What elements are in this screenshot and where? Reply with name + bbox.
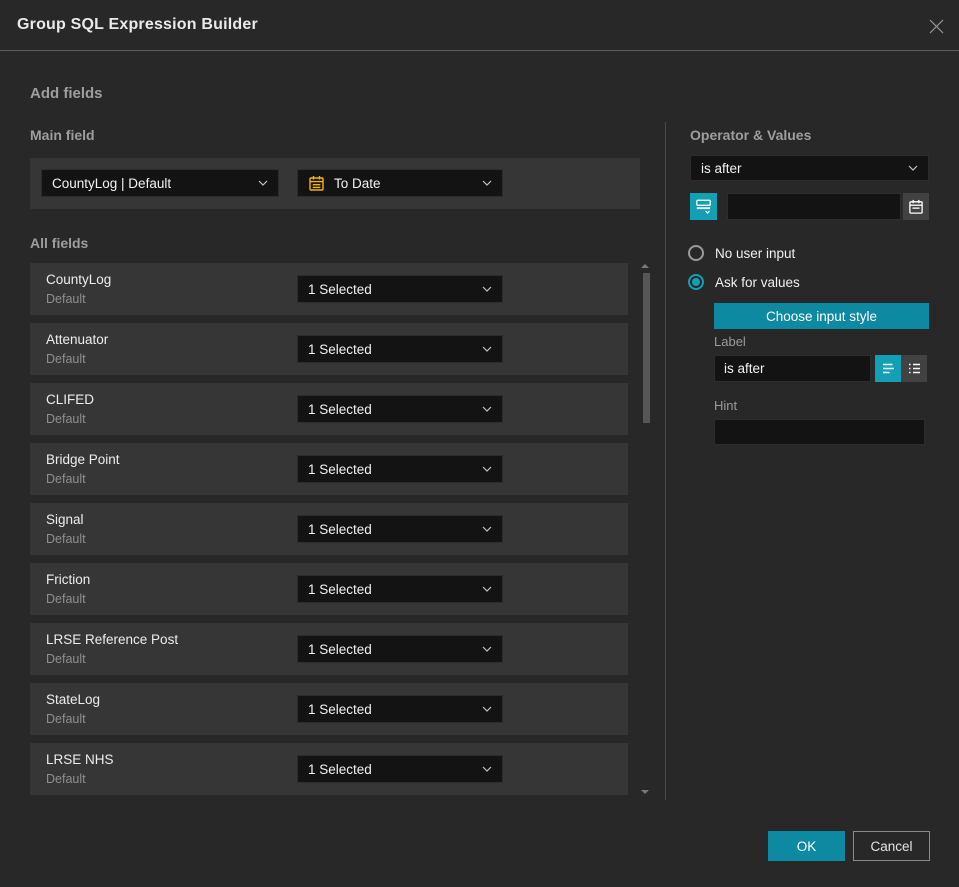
calendar-icon [309, 175, 324, 191]
chevron-down-icon [482, 286, 492, 292]
field-selection-select[interactable]: 1 Selected [297, 575, 503, 603]
hint-input[interactable] [714, 419, 925, 445]
field-name: Attenuator [46, 332, 109, 347]
choose-input-style-button[interactable]: Choose input style [714, 303, 929, 329]
field-name: Bridge Point [46, 452, 120, 467]
stacked-input-icon [696, 199, 711, 214]
field-type: Default [46, 352, 86, 366]
field-selection-value: 1 Selected [308, 701, 372, 717]
field-selection-value: 1 Selected [308, 281, 372, 297]
radio-ask-for-values[interactable]: Ask for values [688, 274, 800, 290]
field-type: Default [46, 772, 86, 786]
field-selection-select[interactable]: 1 Selected [297, 755, 503, 783]
main-field-select-value: CountyLog | Default [52, 175, 172, 191]
input-type-button[interactable] [690, 193, 717, 220]
field-row: Friction Default 1 Selected [30, 563, 628, 615]
field-name: LRSE Reference Post [46, 632, 179, 647]
field-name: LRSE NHS [46, 752, 114, 767]
field-type: Default [46, 592, 86, 606]
hint-label: Hint [714, 398, 738, 413]
single-line-input-style-button[interactable] [875, 355, 901, 382]
field-selection-select[interactable]: 1 Selected [297, 635, 503, 663]
field-selection-value: 1 Selected [308, 521, 372, 537]
field-type: Default [46, 412, 86, 426]
field-selection-value: 1 Selected [308, 341, 372, 357]
field-row: CountyLog Default 1 Selected [30, 263, 628, 315]
chevron-down-icon [908, 165, 918, 171]
field-name: StateLog [46, 692, 101, 707]
operator-values-label: Operator & Values [690, 127, 812, 143]
field-selection-value: 1 Selected [308, 641, 372, 657]
field-name: Friction [46, 572, 91, 587]
value-input[interactable] [727, 193, 901, 220]
field-type: Default [46, 532, 86, 546]
field-name: Signal [46, 512, 84, 527]
date-picker-button[interactable] [903, 193, 929, 220]
field-selection-select[interactable]: 1 Selected [297, 695, 503, 723]
all-fields-label: All fields [30, 235, 89, 251]
radio-selected-icon [688, 274, 704, 290]
radio-no-user-input[interactable]: No user input [688, 245, 795, 261]
field-name: CLIFED [46, 392, 95, 407]
label-input[interactable] [714, 355, 871, 382]
list-input-style-button[interactable] [901, 355, 927, 382]
field-selection-select[interactable]: 1 Selected [297, 515, 503, 543]
field-selection-select[interactable]: 1 Selected [297, 455, 503, 483]
field-selection-select[interactable]: 1 Selected [297, 395, 503, 423]
main-field-type-select[interactable]: To Date [297, 169, 503, 197]
field-row: LRSE NHS Default 1 Selected [30, 743, 628, 795]
scrollbar-thumb[interactable] [643, 273, 650, 423]
scrollbar-down-arrow[interactable] [641, 790, 649, 794]
field-type: Default [46, 652, 86, 666]
main-field-panel: CountyLog | Default To Date [30, 158, 640, 209]
main-field-select[interactable]: CountyLog | Default [41, 169, 279, 197]
chevron-down-icon [482, 346, 492, 352]
dialog-title: Group SQL Expression Builder [17, 16, 258, 33]
field-row: Bridge Point Default 1 Selected [30, 443, 628, 495]
field-selection-value: 1 Selected [308, 581, 372, 597]
chevron-down-icon [482, 766, 492, 772]
close-icon [929, 19, 943, 33]
ok-button[interactable]: OK [768, 831, 845, 861]
field-type: Default [46, 472, 86, 486]
chevron-down-icon [258, 180, 268, 186]
field-name: CountyLog [46, 272, 112, 287]
field-row: Signal Default 1 Selected [30, 503, 628, 555]
field-selection-value: 1 Selected [308, 401, 372, 417]
chevron-down-icon [482, 180, 492, 186]
scrollbar-up-arrow[interactable] [641, 264, 649, 268]
calendar-icon [909, 199, 923, 214]
field-selection-select[interactable]: 1 Selected [297, 335, 503, 363]
close-button[interactable] [925, 15, 947, 37]
dialog-header: Group SQL Expression Builder [0, 0, 959, 51]
field-selection-value: 1 Selected [308, 761, 372, 777]
main-field-type-value: To Date [334, 175, 381, 191]
chevron-down-icon [482, 706, 492, 712]
operator-value: is after [701, 160, 742, 176]
field-row: LRSE Reference Post Default 1 Selected [30, 623, 628, 675]
chevron-down-icon [482, 466, 492, 472]
align-left-icon [882, 363, 894, 374]
field-row: StateLog Default 1 Selected [30, 683, 628, 735]
vertical-divider [665, 122, 666, 800]
field-selection-select[interactable]: 1 Selected [297, 275, 503, 303]
field-row: CLIFED Default 1 Selected [30, 383, 628, 435]
radio-no-user-input-label: No user input [715, 245, 796, 261]
field-row: Attenuator Default 1 Selected [30, 323, 628, 375]
main-field-label: Main field [30, 127, 95, 143]
field-type: Default [46, 712, 86, 726]
label-label: Label [714, 334, 746, 349]
list-icon [908, 363, 920, 374]
chevron-down-icon [482, 586, 492, 592]
radio-ask-for-values-label: Ask for values [715, 274, 800, 290]
add-fields-heading: Add fields [30, 85, 103, 102]
field-type: Default [46, 292, 86, 306]
chevron-down-icon [482, 526, 492, 532]
chevron-down-icon [482, 406, 492, 412]
field-selection-value: 1 Selected [308, 461, 372, 477]
operator-select[interactable]: is after [690, 155, 929, 181]
radio-circle-icon [688, 245, 704, 261]
chevron-down-icon [482, 646, 492, 652]
cancel-button[interactable]: Cancel [853, 831, 930, 861]
